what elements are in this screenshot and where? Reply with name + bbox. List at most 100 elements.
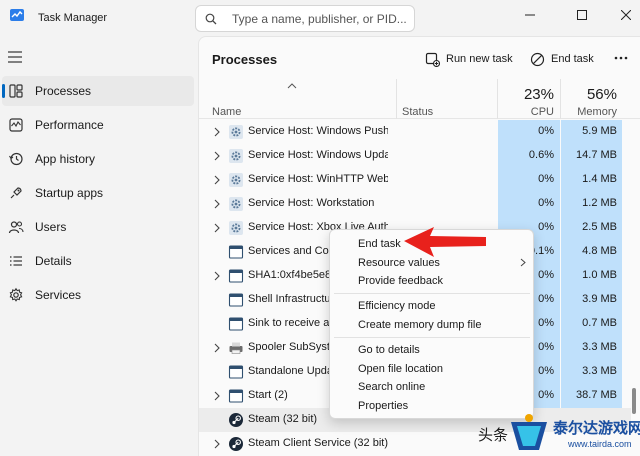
table-row[interactable]: Service Host: WinHTTP Web Pr... 0% 1.4 M… [199,168,631,192]
menu-item-provide-feedback[interactable]: Provide feedback [358,275,443,287]
search-input[interactable] [232,11,412,27]
column-header-name[interactable]: Name [212,106,241,118]
menu-item-end-task[interactable]: End task [358,238,401,250]
chevron-right-icon[interactable] [213,151,221,161]
watermark-logo-icon [511,414,547,450]
maximize-button[interactable] [560,0,604,30]
details-icon [10,256,22,266]
printer-icon [229,342,243,354]
cpu-cell: 0% [498,192,560,216]
cpu-total-percent: 23% [523,86,554,103]
gear-icon [229,173,243,187]
table-row[interactable]: Service Host: Windows Update 0.6% 14.7 M… [199,144,631,168]
menu-item-open-file-location[interactable]: Open file location [358,363,443,375]
minimize-button[interactable] [508,0,552,30]
memory-value: 3.9 MB [582,293,617,305]
gear-icon [229,197,243,211]
more-options-icon[interactable] [613,51,629,65]
title-bar: Task Manager [0,0,640,36]
users-icon [8,221,24,234]
window-title: Task Manager [38,12,108,24]
process-name: Service Host: Workstation [248,197,375,209]
task-manager-icon [10,9,24,21]
watermark-text: 头条 [478,427,509,444]
vertical-scrollbar[interactable] [632,120,636,456]
close-icon [621,10,631,20]
memory-cell: 1.4 MB [561,168,622,192]
chevron-right-icon[interactable] [213,127,221,137]
memory-value: 3.3 MB [582,365,617,377]
cpu-value: 0% [538,269,554,281]
cpu-value: 0% [538,389,554,401]
gear-icon [229,221,243,235]
sidebar-item-processes[interactable]: Processes [2,76,194,106]
chevron-right-icon[interactable] [213,439,221,449]
menu-item-go-to-details[interactable]: Go to details [358,344,420,356]
chevron-right-icon[interactable] [213,271,221,281]
hamburger-menu-icon[interactable] [8,51,22,63]
sidebar-item-details[interactable]: Details [2,246,194,276]
table-row[interactable]: Service Host: Windows Push ... 0% 5.9 MB [199,120,631,144]
services-icon [9,287,23,302]
menu-item-efficiency-mode[interactable]: Efficiency mode [358,300,435,312]
startup-apps-icon [10,187,22,199]
sidebar-item-performance[interactable]: Performance [2,110,194,140]
memory-value: 38.7 MB [576,389,617,401]
cpu-value: 0% [538,293,554,305]
table-row[interactable]: Service Host: Workstation 0% 1.2 MB [199,192,631,216]
performance-icon [9,118,23,132]
red-arrow-annotation [404,227,486,257]
menu-separator [334,293,530,294]
memory-value: 0.7 MB [582,317,617,329]
column-header-cpu[interactable]: CPU [498,106,554,118]
window-icon [228,269,244,283]
search-box[interactable] [195,5,415,32]
column-header-status[interactable]: Status [402,106,433,118]
sidebar-item-app-history[interactable]: App history [2,144,194,174]
end-task-button[interactable]: End task [530,47,594,71]
menu-item-properties[interactable]: Properties [358,400,408,412]
end-task-icon [530,52,545,66]
cpu-value: 0% [538,221,554,233]
memory-cell: 0.7 MB [561,312,622,336]
chevron-right-icon[interactable] [213,199,221,209]
column-divider[interactable] [396,79,397,119]
sidebar-item-label: App history [35,152,96,166]
close-button[interactable] [604,0,640,30]
cpu-value: 0% [538,125,554,137]
maximize-icon [577,10,587,20]
sidebar-item-label: Services [35,288,82,302]
sidebar-item-services[interactable]: Services [2,280,194,310]
app-history-icon [9,152,23,166]
chevron-right-icon[interactable] [213,175,221,185]
memory-value: 4.8 MB [582,245,617,257]
chevron-right-icon[interactable] [213,343,221,353]
sort-ascending-icon[interactable] [287,83,297,89]
memory-value: 5.9 MB [582,125,617,137]
end-task-label: End task [551,53,594,65]
run-new-task-button[interactable]: Run new task [425,47,513,71]
memory-value: 14.7 MB [576,149,617,161]
menu-item-search-online[interactable]: Search online [358,381,425,393]
memory-cell: 5.9 MB [561,120,622,144]
chevron-right-icon[interactable] [213,223,221,233]
sidebar-item-users[interactable]: Users [2,212,194,242]
chevron-right-icon[interactable] [213,391,221,401]
run-new-task-icon [425,52,440,67]
memory-cell: 3.9 MB [561,288,622,312]
memory-value: 1.2 MB [582,197,617,209]
run-new-task-label: Run new task [446,53,513,65]
process-name: Service Host: WinHTTP Web Pr... [248,173,388,185]
gear-icon [229,149,243,163]
memory-cell: 14.7 MB [561,144,622,168]
menu-item-create-memory-dump[interactable]: Create memory dump file [358,319,482,331]
column-header-memory[interactable]: Memory [561,106,617,118]
cpu-cell: 0.6% [498,144,560,168]
scrollbar-thumb[interactable] [632,388,636,414]
memory-cell: 1.0 MB [561,264,622,288]
memory-cell: 3.3 MB [561,360,622,384]
steam-icon [229,437,243,451]
search-icon [205,13,217,25]
process-name: Service Host: Windows Push ... [248,125,388,137]
sidebar-item-startup-apps[interactable]: Startup apps [2,178,194,208]
